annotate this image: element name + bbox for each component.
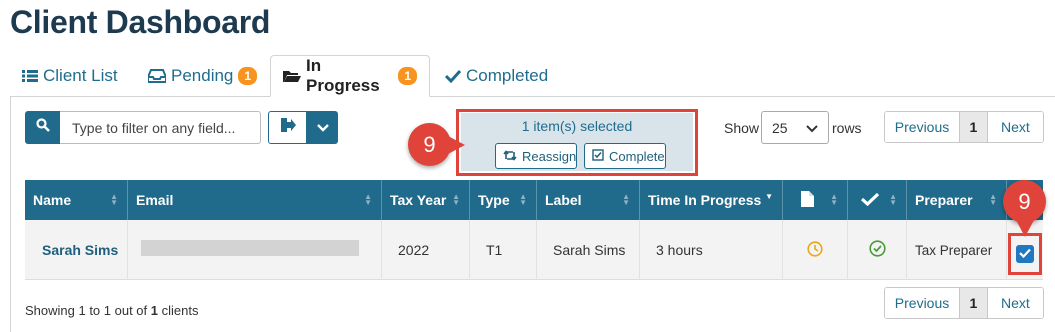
pagination-bottom: Previous 1 Next — [884, 287, 1044, 319]
tab-label: In Progress — [306, 56, 380, 95]
cell-check-status — [848, 220, 907, 280]
column-header-tax-year[interactable]: Tax Year ▲ ▼ — [382, 180, 470, 220]
reassign-label: Reassign — [522, 148, 577, 164]
previous-page-button[interactable]: Previous — [885, 112, 961, 142]
row-select-checkbox[interactable] — [1016, 245, 1034, 263]
check-circle-icon — [868, 240, 886, 260]
previous-page-button[interactable]: Previous — [885, 288, 961, 318]
sort-icon: ▲ ▼ — [110, 192, 118, 207]
redacted-email — [141, 240, 359, 256]
search-icon — [35, 118, 50, 137]
cell-name[interactable]: Sarah Sims — [25, 220, 128, 280]
complete-button[interactable]: Complete — [584, 143, 666, 169]
cell-tax-year: 2022 — [382, 220, 470, 280]
results-summary: Showing 1 to 1 out of 1 clients — [25, 303, 199, 318]
tab-label: Client List — [43, 66, 118, 85]
pagination-top: Previous 1 Next — [884, 111, 1044, 143]
column-header-preparer[interactable]: Preparer ▲ ▼ — [907, 180, 1007, 220]
clock-icon — [807, 240, 823, 260]
retweet-icon — [503, 149, 517, 164]
sort-icon: ▲ ▼ — [889, 192, 897, 207]
column-header-label[interactable]: Label ▲ ▼ — [537, 180, 640, 220]
export-dropdown-toggle[interactable] — [307, 111, 338, 144]
file-icon — [801, 190, 814, 210]
sort-icon: ▲ ▼ — [622, 192, 630, 207]
export-icon — [280, 117, 296, 138]
column-header-document[interactable]: ▲ ▼ — [783, 180, 848, 220]
tab-bar: Client List Pending 1 In Progress 1 Comp… — [10, 55, 1055, 97]
sort-icon: ▲ ▼ — [519, 192, 527, 207]
column-header-type[interactable]: Type ▲ ▼ — [470, 180, 537, 220]
folder-open-icon — [283, 69, 301, 83]
tab-completed[interactable]: Completed — [433, 55, 560, 97]
check-square-icon — [592, 148, 604, 164]
tab-label: Pending — [171, 66, 234, 85]
cell-type: T1 — [470, 220, 537, 280]
cell-label: Sarah Sims — [537, 220, 640, 280]
show-label: Show — [724, 120, 760, 136]
cell-preparer: Tax Preparer — [907, 220, 1007, 280]
sort-icon: ▲ ▼ — [364, 192, 372, 207]
pending-count-badge: 1 — [238, 67, 258, 85]
sort-icon: ▲ ▼ — [830, 192, 838, 207]
list-icon — [22, 69, 38, 83]
page-number-button[interactable]: 1 — [960, 112, 988, 142]
column-header-email[interactable]: Email ▲ ▼ — [128, 180, 382, 220]
tab-pending[interactable]: Pending 1 — [136, 55, 269, 97]
in-progress-count-badge: 1 — [398, 67, 417, 85]
search-input[interactable] — [60, 111, 261, 144]
page-title: Client Dashboard — [10, 4, 271, 40]
chevron-down-icon — [316, 119, 329, 137]
rows-per-page-value: 25 — [772, 119, 788, 136]
search-button[interactable] — [25, 111, 60, 144]
next-page-button[interactable]: Next — [987, 288, 1043, 318]
next-page-button[interactable]: Next — [987, 112, 1043, 142]
export-button[interactable] — [268, 111, 307, 144]
rows-per-page-select[interactable]: 25 — [761, 111, 829, 144]
cell-document-status — [783, 220, 848, 280]
chevron-down-icon — [806, 120, 818, 136]
inbox-icon — [148, 69, 166, 83]
tab-client-list[interactable]: Client List — [10, 55, 130, 97]
column-header-name[interactable]: Name ▲ ▼ — [25, 180, 128, 220]
client-name-link[interactable]: Sarah Sims — [42, 242, 118, 258]
tab-in-progress[interactable]: In Progress 1 — [270, 55, 430, 97]
sort-desc-icon: ▼ — [765, 192, 773, 201]
column-header-status[interactable]: ▲ ▼ — [848, 180, 907, 220]
check-icon — [860, 192, 880, 209]
tab-label: Completed — [466, 66, 549, 85]
cell-time-in-progress: 3 hours — [640, 220, 783, 280]
check-icon — [445, 69, 461, 83]
rows-label: rows — [832, 120, 862, 136]
step-callout-marker: 9 — [408, 123, 465, 166]
sort-icon: ▲ ▼ — [989, 192, 997, 207]
sort-icon: ▲ ▼ — [452, 192, 460, 207]
checkmark-icon — [1019, 245, 1031, 263]
selection-count: 1 item(s) selected — [521, 118, 633, 134]
reassign-button[interactable]: Reassign — [495, 143, 577, 169]
page-number-button[interactable]: 1 — [960, 288, 988, 318]
step-callout-marker: 9 — [1003, 180, 1046, 237]
complete-label: Complete — [609, 148, 665, 164]
column-header-time-in-progress[interactable]: Time In Progress ▼ — [640, 180, 783, 220]
